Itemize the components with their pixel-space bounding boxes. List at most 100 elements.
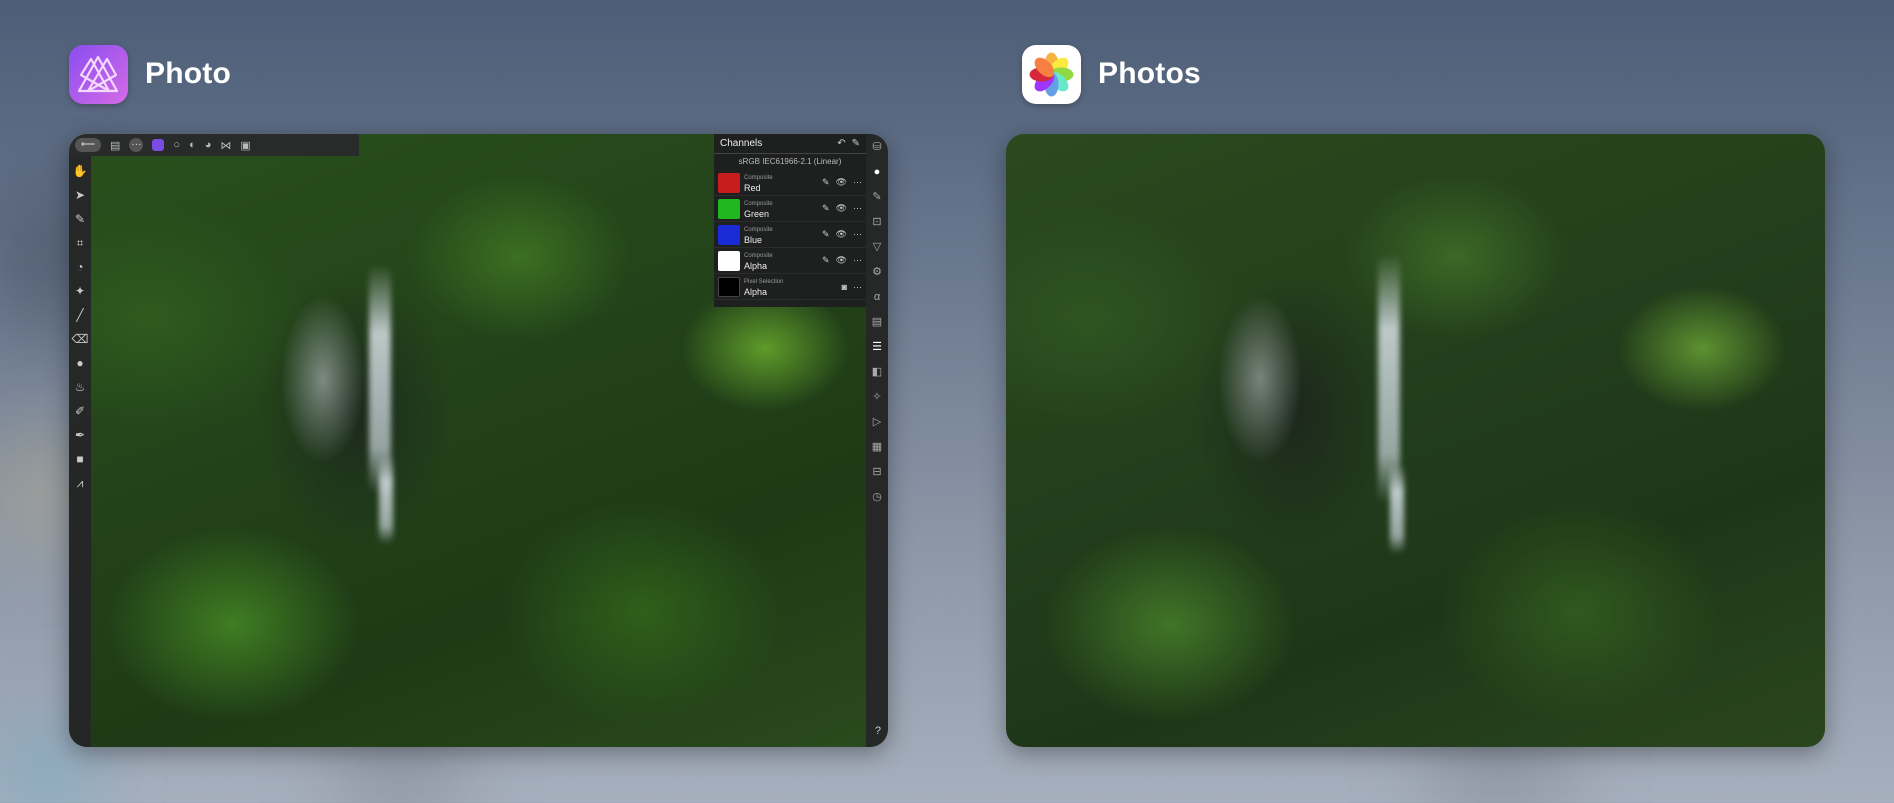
clone-icon[interactable]: ♨ — [75, 380, 86, 395]
waterfall — [379, 454, 393, 544]
channel-row[interactable]: Composite Red ✎ 👁 ··· — [714, 170, 866, 196]
more-icon[interactable]: ··· — [853, 177, 862, 188]
brush-icon[interactable]: ✎ — [75, 212, 85, 227]
left-toolbar: ✋ ➤ ✎ ⌗ ◔ ✦ ╱ ⌫ ● ♨ ✐ ✒ ■ ⩘ — [69, 156, 91, 747]
channels-studio-icon[interactable]: ☰ — [872, 340, 882, 355]
channel-row[interactable]: Composite Blue ✎ 👁 ··· — [714, 222, 866, 248]
hand-icon[interactable]: ✋ — [73, 164, 88, 179]
swatches-icon[interactable]: ▦ — [872, 440, 882, 455]
visibility-icon[interactable]: 👁 — [836, 229, 847, 240]
channel-name: Alpha — [744, 260, 768, 271]
channels-title: Channels — [720, 138, 763, 149]
smudge-icon[interactable]: ✐ — [75, 404, 85, 419]
layers-icon[interactable]: ⛁ — [872, 140, 881, 155]
adjustments-icon[interactable]: ⊡ — [872, 215, 881, 230]
channel-row[interactable]: Composite Alpha ✎ 👁 ··· — [714, 248, 866, 274]
stock-icon[interactable]: ⊟ — [872, 465, 881, 480]
shape-icon[interactable]: ■ — [76, 452, 83, 467]
pen-icon[interactable]: ╱ — [76, 308, 83, 323]
channel-type: Composite — [744, 200, 773, 207]
eraser-icon[interactable]: ⌫ — [72, 332, 89, 347]
selection-icon[interactable]: ✦ — [75, 284, 85, 299]
tool-glyph[interactable]: ◕ — [205, 139, 212, 151]
background-blur — [0, 430, 80, 550]
channel-name: Red — [744, 182, 761, 193]
mask-icon[interactable]: ◙ — [842, 282, 847, 292]
visibility-icon[interactable]: 👁 — [836, 255, 847, 266]
more-icon[interactable]: ··· — [853, 229, 862, 240]
back-button[interactable]: ⟵ — [75, 138, 101, 152]
affinity-photo-icon — [69, 44, 128, 104]
edit-icon[interactable]: ✎ — [822, 203, 830, 214]
edit-icon[interactable]: ✎ — [822, 229, 830, 240]
edit-icon[interactable]: ✎ — [822, 177, 830, 188]
brush-studio-icon[interactable]: ✎ — [872, 190, 881, 205]
more-icon[interactable]: ··· — [853, 282, 862, 292]
more-icon[interactable]: ··· — [853, 203, 862, 214]
tool-glyph[interactable]: ⋈ — [220, 139, 231, 152]
app-header: Photos — [1022, 44, 1201, 104]
channel-row[interactable]: Composite Green ✎ 👁 ··· — [714, 196, 866, 222]
text-icon[interactable]: ⩘ — [77, 476, 84, 491]
top-toolbar: ⟵ ▤ ··· ○ ◐ ◕ ⋈ ▣ — [69, 134, 359, 156]
channel-type: Pixel Selection — [744, 278, 784, 285]
channel-thumbnail — [718, 250, 740, 271]
background-blur — [0, 740, 90, 803]
color-picker-icon[interactable]: ✒ — [75, 428, 85, 443]
document-icon[interactable]: ▤ — [110, 139, 120, 152]
dodge-icon[interactable]: ● — [76, 356, 83, 371]
channel-type: Composite — [744, 226, 773, 233]
apple-photos-icon — [1022, 44, 1081, 104]
app-name: Photo — [145, 57, 231, 90]
navigator-icon[interactable]: ✧ — [872, 390, 881, 405]
edit-icon[interactable]: ✎ — [822, 255, 830, 266]
reset-icon[interactable]: ↶ — [837, 138, 845, 149]
more-button[interactable]: ··· — [129, 138, 144, 152]
channels-panel: Channels ↶ ✎ sRGB IEC61966-2.1 (Linear) … — [714, 134, 866, 307]
right-studio-bar: ⛁ ● ✎ ⊡ ▽ ⚙ α ▤ ☰ ◧ ✧ ▷ ▦ ⊟ ◷ ? — [866, 134, 888, 747]
background-blur — [330, 745, 470, 803]
filters-icon[interactable]: ▽ — [873, 240, 881, 255]
channels-alpha-icon[interactable]: α — [874, 290, 880, 305]
channels-header: Channels ↶ ✎ — [714, 134, 866, 154]
app-header: Photo — [69, 44, 231, 104]
tool-glyph[interactable]: ◐ — [189, 139, 196, 151]
background-blur — [1420, 745, 1580, 803]
forest-image — [1006, 134, 1825, 747]
edit-icon[interactable]: ✎ — [852, 138, 860, 149]
channel-name: Alpha — [744, 286, 768, 297]
fill-icon[interactable]: ◔ — [76, 260, 83, 275]
app-window-photos[interactable] — [1006, 134, 1825, 747]
crop-icon[interactable]: ⌗ — [77, 236, 84, 251]
histogram-icon[interactable]: ▤ — [872, 315, 882, 330]
channel-list: Composite Red ✎ 👁 ··· Composite Green ✎ 👁 ··· Comp… — [714, 170, 866, 300]
transform-icon[interactable]: ◧ — [872, 365, 882, 380]
channel-name: Green — [744, 208, 770, 219]
app-window-affinity-photo[interactable]: ⟵ ▤ ··· ○ ◐ ◕ ⋈ ▣ ✋ ➤ ✎ ⌗ ◔ ✦ ╱ ⌫ ● ♨ ✐ … — [69, 134, 888, 747]
waterfall — [1390, 464, 1404, 554]
color-profile: sRGB IEC61966-2.1 (Linear) — [738, 157, 842, 166]
visibility-icon[interactable]: 👁 — [836, 203, 847, 214]
macro-icon[interactable]: ▷ — [873, 415, 881, 430]
photo-persona-icon[interactable] — [152, 139, 165, 151]
channel-thumbnail — [718, 172, 740, 193]
channel-type: Composite — [744, 174, 773, 181]
move-icon[interactable]: ➤ — [75, 188, 85, 203]
app-name: Photos — [1098, 57, 1201, 90]
more-icon[interactable]: ··· — [853, 255, 862, 266]
color-icon[interactable]: ● — [874, 165, 881, 180]
channel-type: Composite — [744, 252, 773, 259]
app-card-affinity-photo[interactable]: Photo — [69, 44, 231, 104]
channel-thumbnail — [718, 276, 740, 297]
channel-row[interactable]: Pixel Selection Alpha ◙ ··· — [714, 274, 866, 300]
tool-glyph[interactable]: ○ — [173, 139, 180, 151]
visibility-icon[interactable]: 👁 — [836, 177, 847, 188]
history-icon[interactable]: ◷ — [872, 490, 882, 505]
effects-icon[interactable]: ⚙ — [872, 265, 882, 280]
channel-thumbnail — [718, 198, 740, 219]
app-card-photos[interactable]: Photos — [1022, 44, 1201, 104]
channel-name: Blue — [744, 234, 763, 245]
channel-thumbnail — [718, 224, 740, 245]
help-icon[interactable]: ? — [875, 725, 881, 737]
tool-glyph[interactable]: ▣ — [240, 139, 250, 152]
